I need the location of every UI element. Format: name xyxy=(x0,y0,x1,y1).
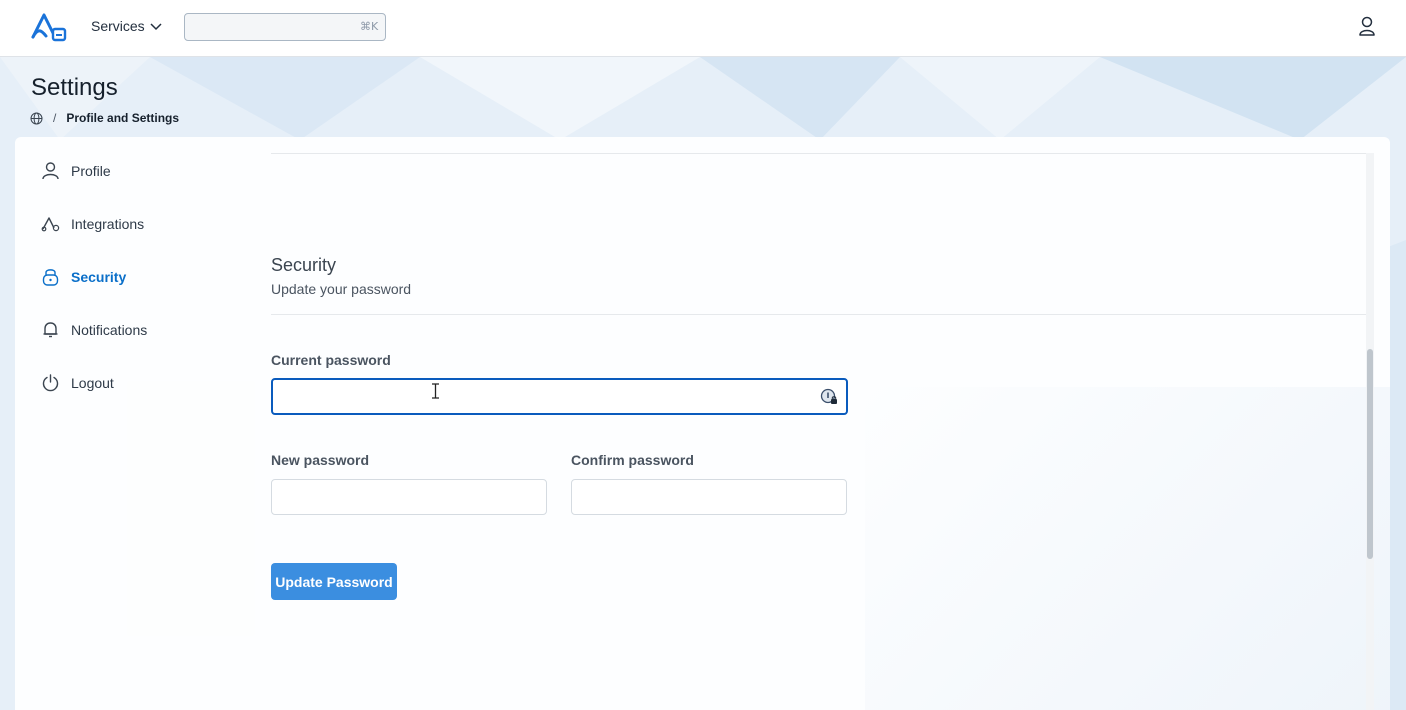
sidebar-item-label: Profile xyxy=(71,162,111,179)
bell-icon xyxy=(43,322,58,338)
password-manager-icon[interactable] xyxy=(820,388,838,406)
top-navigation-bar: Services ⌘K xyxy=(0,0,1406,57)
text-cursor-icon xyxy=(432,383,439,399)
lock-icon xyxy=(42,269,59,286)
page-title: Settings xyxy=(31,74,118,101)
chevron-down-icon xyxy=(150,23,162,31)
scrollbar-thumb[interactable] xyxy=(1367,349,1373,559)
current-password-label: Current password xyxy=(271,352,391,368)
new-password-field[interactable] xyxy=(271,479,547,515)
search-shortcut-hint: ⌘K xyxy=(360,20,379,33)
sidebar-item-label: Integrations xyxy=(71,215,145,232)
sidebar-item-label: Logout xyxy=(71,374,114,391)
security-section-subtitle: Update your password xyxy=(271,281,412,297)
sidebar-item-security[interactable]: Security xyxy=(41,267,126,286)
sidebar-item-integrations[interactable]: Integrations xyxy=(41,214,144,233)
sidebar-item-notifications[interactable]: Notifications xyxy=(41,320,147,339)
new-password-label: New password xyxy=(271,452,370,468)
sidebar-item-logout[interactable]: Logout xyxy=(41,373,114,392)
breadcrumb-item-profile-and-settings[interactable]: Profile and Settings xyxy=(66,111,179,125)
security-section-title: Security xyxy=(271,255,337,275)
account-icon[interactable] xyxy=(1357,15,1377,37)
divider xyxy=(271,153,1367,154)
update-password-button[interactable]: Update Password xyxy=(271,563,397,600)
confirm-password-field[interactable] xyxy=(571,479,847,515)
sidebar-item-label: Notifications xyxy=(71,321,148,338)
integrations-icon xyxy=(41,217,60,232)
breadcrumb: / Profile and Settings xyxy=(30,111,179,125)
app-logo-icon[interactable] xyxy=(30,11,68,43)
user-icon xyxy=(42,162,59,180)
services-label: Services xyxy=(91,18,145,34)
confirm-password-label: Confirm password xyxy=(571,452,694,468)
sidebar-item-label: Security xyxy=(71,268,127,285)
sidebar-item-profile[interactable]: Profile xyxy=(41,161,111,180)
current-password-field[interactable] xyxy=(271,378,848,415)
search-input[interactable] xyxy=(184,13,386,41)
breadcrumb-separator: / xyxy=(53,111,57,125)
power-icon xyxy=(42,374,59,392)
services-menu-button[interactable]: Services xyxy=(91,18,163,34)
settings-card xyxy=(15,137,1390,710)
globe-icon[interactable] xyxy=(30,112,43,125)
divider xyxy=(271,314,1367,315)
card-background-fade xyxy=(865,387,1390,710)
